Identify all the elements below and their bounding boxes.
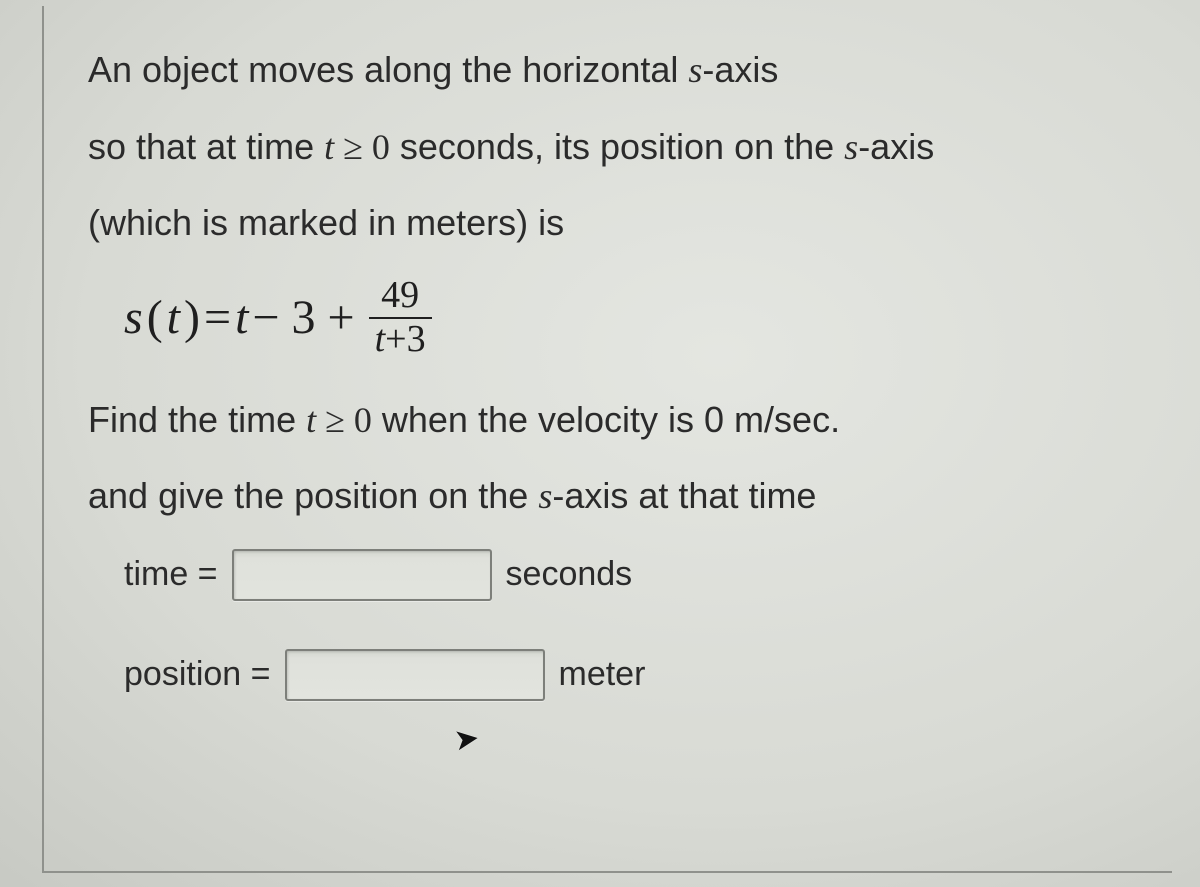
problem-line-2: so that at time t ≥ 0 seconds, its posit… <box>88 123 1132 172</box>
position-answer-row: position = meter <box>124 649 1132 701</box>
problem-line-1: An object moves along the horizontal s-a… <box>88 46 1132 95</box>
position-label: position = <box>124 655 271 694</box>
problem-line-4: Find the time t ≥ 0 when the velocity is… <box>88 396 1132 445</box>
time-input[interactable] <box>232 549 492 601</box>
time-unit: seconds <box>506 555 633 594</box>
problem-line-3: (which is marked in meters) is <box>88 199 1132 248</box>
time-label: time = <box>124 555 218 594</box>
problem-line-5: and give the position on the s-axis at t… <box>88 472 1132 521</box>
position-unit: meter <box>559 655 646 694</box>
time-answer-row: time = seconds <box>124 549 1132 601</box>
fraction: 49 t+3 <box>369 276 432 360</box>
position-formula: s (t) = t − 3 + 49 t+3 <box>124 276 1132 360</box>
position-input[interactable] <box>285 649 545 701</box>
question-panel: An object moves along the horizontal s-a… <box>42 6 1172 873</box>
screen: An object moves along the horizontal s-a… <box>0 0 1200 887</box>
